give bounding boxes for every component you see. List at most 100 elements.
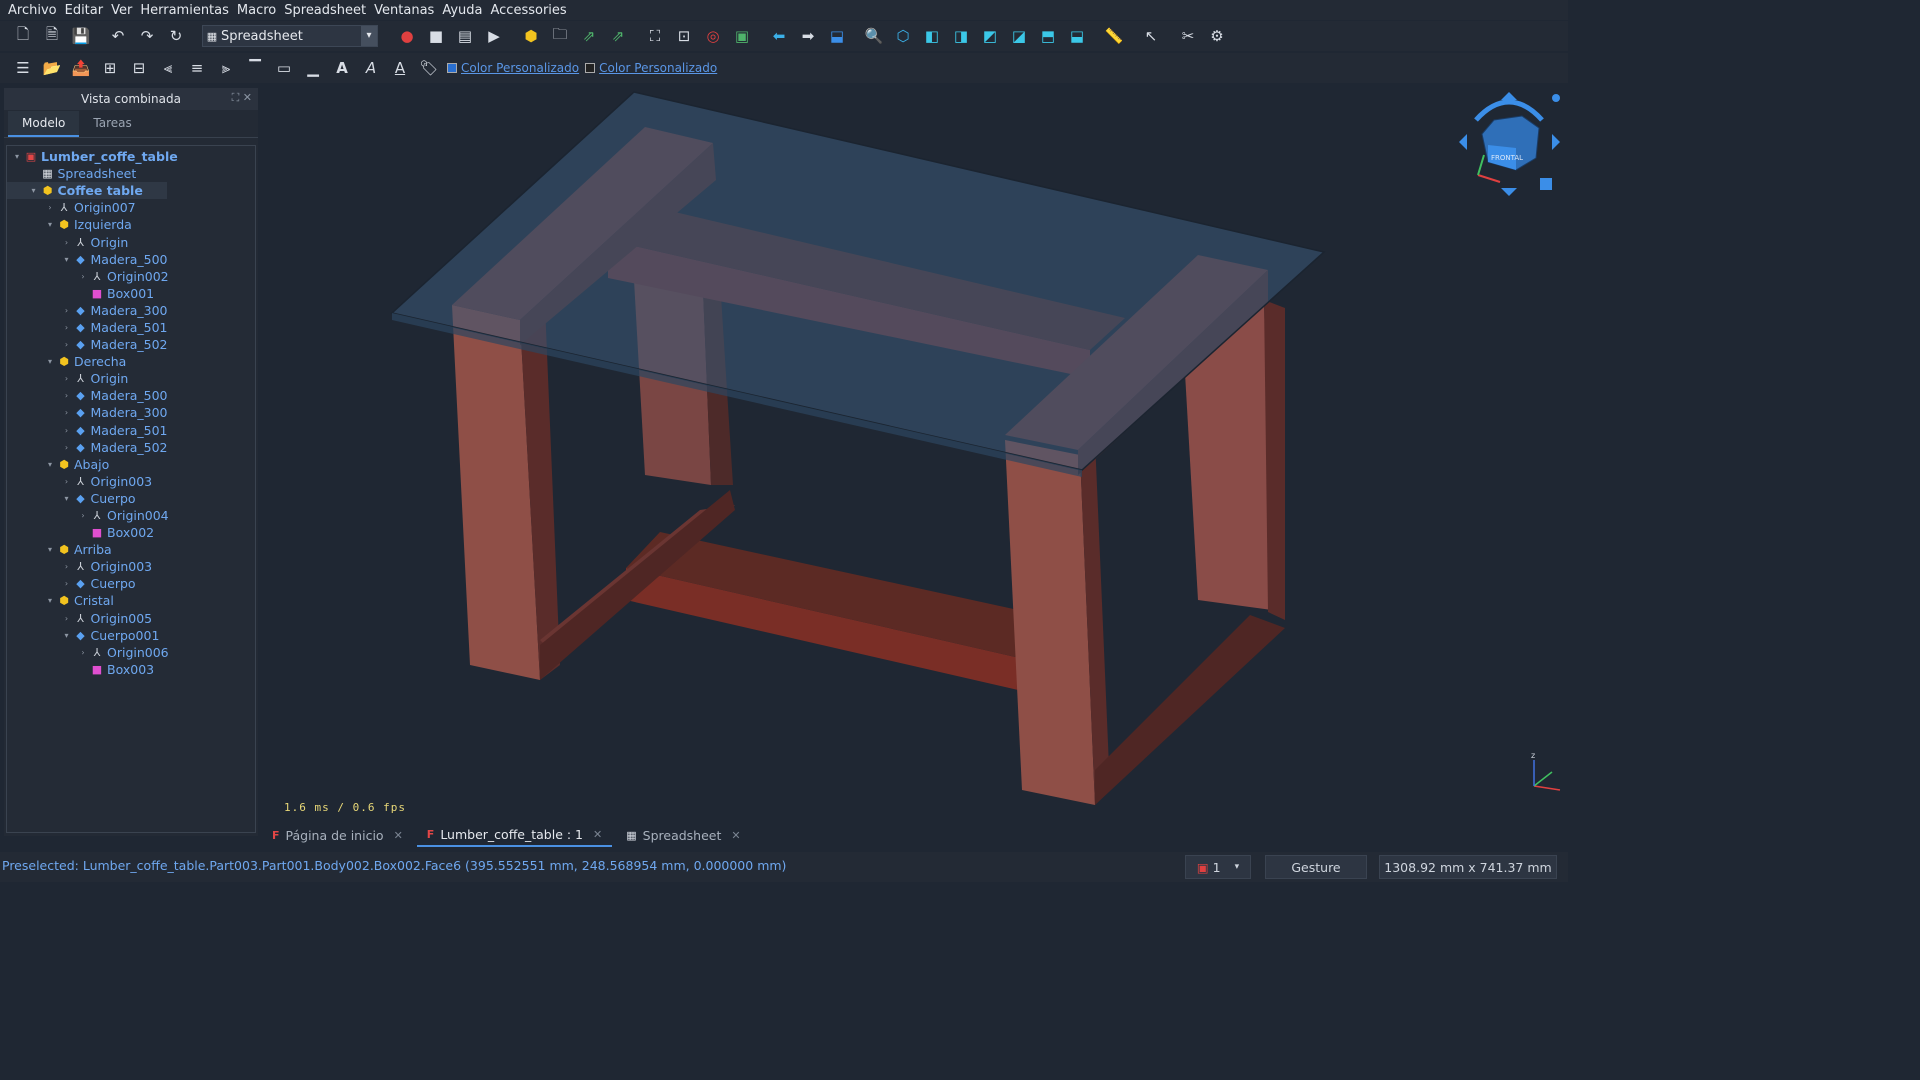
chevron-right-icon[interactable]: › <box>61 408 73 417</box>
tree-item[interactable]: › ⅄ Origin003 <box>7 558 255 575</box>
menu-ayuda[interactable]: Ayuda <box>438 3 486 18</box>
top-view-icon[interactable]: ◨ <box>950 25 972 47</box>
nav-arrow-left-icon[interactable] <box>1459 134 1467 150</box>
tab-modelo[interactable]: Modelo <box>8 111 80 137</box>
fit-selection-icon[interactable]: ⊡ <box>673 25 695 47</box>
tree-item[interactable]: ▾ ◆ Madera_500 <box>7 251 255 268</box>
split-cells-icon[interactable]: ⊟ <box>128 57 150 79</box>
align-vcenter-icon[interactable]: ▭ <box>273 57 295 79</box>
chevron-right-icon[interactable]: › <box>61 614 73 623</box>
import-spreadsheet-icon[interactable]: 📂 <box>41 57 63 79</box>
tree-item[interactable]: › ◆ Madera_300 <box>7 302 255 319</box>
tree-item[interactable]: › ⅄ Origin002 <box>7 268 255 285</box>
rotate-left-icon[interactable] <box>1474 99 1510 122</box>
back-arrow-icon[interactable]: ⬅ <box>768 25 790 47</box>
menu-ventanas[interactable]: Ventanas <box>370 3 438 18</box>
workbench-selector[interactable]: ▦ Spreadsheet ▾ <box>202 25 378 47</box>
chevron-down-icon[interactable]: ▾ <box>44 545 56 554</box>
tree-item[interactable]: ▾ ◆ Cuerpo001 <box>7 627 255 644</box>
forward-arrow-icon[interactable]: ➡ <box>797 25 819 47</box>
align-bottom-icon[interactable]: ▁ <box>302 57 324 79</box>
menu-herramientas[interactable]: Herramientas <box>136 3 233 18</box>
chevron-right-icon[interactable]: › <box>61 340 73 349</box>
chevron-right-icon[interactable]: › <box>44 203 56 212</box>
chevron-down-icon[interactable]: ▾ <box>61 255 73 264</box>
tree-item[interactable]: ▦ Spreadsheet <box>7 165 255 182</box>
tree-item[interactable]: ▾ ▣ Lumber_coffe_table <box>7 148 255 165</box>
menu-archivo[interactable]: Archivo <box>4 3 61 18</box>
tab-start-page[interactable]: F Página de inicio ✕ <box>262 823 413 847</box>
tree-item[interactable]: ▾ ⬢ Cristal <box>7 592 255 609</box>
right-view-icon[interactable]: ◩ <box>979 25 1001 47</box>
chevron-down-icon[interactable]: ▾ <box>44 220 56 229</box>
settings-icon[interactable]: ⚙ <box>1206 25 1228 47</box>
tree-item[interactable]: ▾ ⬢ Derecha <box>7 353 255 370</box>
foreground-color-button[interactable]: Color Personalizado <box>447 61 579 75</box>
menu-spreadsheet[interactable]: Spreadsheet <box>280 3 370 18</box>
tree-item[interactable]: ■ Box002 <box>7 524 255 541</box>
bold-icon[interactable]: A <box>331 57 353 79</box>
whats-this-icon[interactable]: ↖ <box>1140 25 1162 47</box>
tree-item[interactable]: ▾ ⬢ Abajo <box>7 456 255 473</box>
tree-item[interactable]: › ⅄ Origin004 <box>7 507 255 524</box>
chevron-right-icon[interactable]: › <box>61 443 73 452</box>
nav-cube-mini-icon[interactable] <box>1540 178 1552 190</box>
chevron-right-icon[interactable]: › <box>61 562 73 571</box>
chevron-down-icon[interactable]: ▾ <box>44 460 56 469</box>
tree-item[interactable]: › ◆ Madera_502 <box>7 336 255 353</box>
stop-macro-icon[interactable]: ■ <box>425 25 447 47</box>
tree-item[interactable]: › ◆ Cuerpo <box>7 575 255 592</box>
chevron-right-icon[interactable]: › <box>77 272 89 281</box>
tree-item[interactable]: › ⅄ Origin006 <box>7 644 255 661</box>
chevron-right-icon[interactable]: › <box>61 323 73 332</box>
align-left-icon[interactable]: ⫷ <box>157 57 179 79</box>
model-tree[interactable]: ▾ ▣ Lumber_coffe_table ▦ Spreadsheet ▾ ⬢ Coffee… <box>6 145 256 833</box>
create-part-icon[interactable]: ⬢ <box>520 25 542 47</box>
chevron-right-icon[interactable]: › <box>61 477 73 486</box>
sync-view-icon[interactable]: ⬓ <box>826 25 848 47</box>
chevron-right-icon[interactable]: › <box>77 511 89 520</box>
align-center-icon[interactable]: ≡ <box>186 57 208 79</box>
create-group-icon[interactable]: 🗀 <box>549 25 571 47</box>
chevron-down-icon[interactable]: ▾ <box>61 631 73 640</box>
draw-style-icon[interactable]: ◎ <box>702 25 724 47</box>
tree-item[interactable]: › ◆ Madera_502 <box>7 439 255 456</box>
chevron-down-icon[interactable]: ▾ <box>28 186 40 195</box>
addon-manager-icon[interactable]: ✂ <box>1177 25 1199 47</box>
export-spreadsheet-icon[interactable]: 📤 <box>70 57 92 79</box>
italic-icon[interactable]: A <box>360 57 382 79</box>
set-alias-icon[interactable]: 🏷 <box>418 57 440 79</box>
chevron-right-icon[interactable]: › <box>61 238 73 247</box>
align-right-icon[interactable]: ⫸ <box>215 57 237 79</box>
close-icon[interactable]: ✕ <box>731 829 740 842</box>
navigation-cube[interactable]: FRONTAL <box>1454 90 1564 200</box>
nav-arrow-up-icon[interactable] <box>1501 92 1517 100</box>
tree-item[interactable]: ▾ ⬢ Arriba <box>7 541 255 558</box>
undo-icon[interactable]: ↶ <box>107 25 129 47</box>
chevron-right-icon[interactable]: › <box>61 306 73 315</box>
save-icon[interactable]: 💾 <box>70 25 92 47</box>
record-macro-icon[interactable]: ● <box>396 25 418 47</box>
tree-item[interactable]: › ⅄ Origin003 <box>7 473 255 490</box>
chevron-down-icon[interactable]: ▾ <box>11 152 23 161</box>
chevron-right-icon[interactable]: › <box>61 391 73 400</box>
macros-icon[interactable]: ▤ <box>454 25 476 47</box>
chevron-down-icon[interactable]: ▾ <box>361 26 377 46</box>
tree-item[interactable]: ■ Box003 <box>7 661 255 678</box>
chevron-right-icon[interactable]: › <box>61 579 73 588</box>
tree-item[interactable]: › ⅄ Origin007 <box>7 199 255 216</box>
chevron-right-icon[interactable]: › <box>77 648 89 657</box>
bounding-box-icon[interactable]: ▣ <box>731 25 753 47</box>
chevron-right-icon[interactable]: › <box>61 426 73 435</box>
tab-tareas[interactable]: Tareas <box>79 111 145 137</box>
execute-macro-icon[interactable]: ▶ <box>483 25 505 47</box>
tree-item[interactable]: › ⅄ Origin005 <box>7 610 255 627</box>
3d-viewport[interactable]: FRONTAL z <box>262 86 1568 821</box>
close-icon[interactable]: ✕ <box>593 828 602 841</box>
front-view-icon[interactable]: ◧ <box>921 25 943 47</box>
chevron-down-icon[interactable]: ▾ <box>44 357 56 366</box>
close-panel-icon[interactable]: ⛶ ✕ <box>232 91 252 105</box>
tree-item[interactable]: › ◆ Madera_500 <box>7 387 255 404</box>
tree-item[interactable]: ▾ ◆ Cuerpo <box>7 490 255 507</box>
refresh-icon[interactable]: ↻ <box>165 25 187 47</box>
